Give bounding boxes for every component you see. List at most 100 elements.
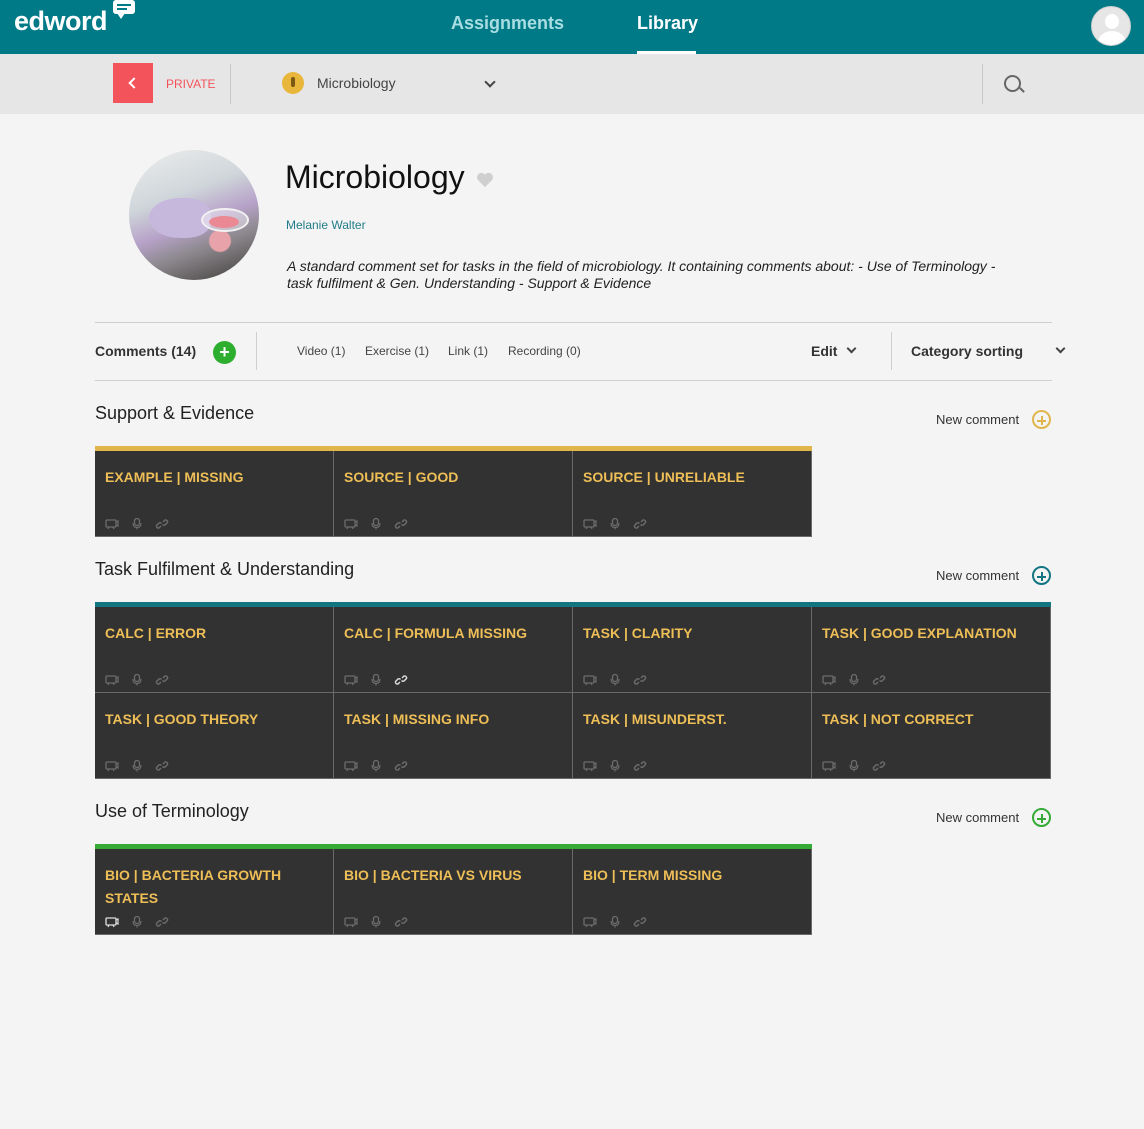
video-icon[interactable] xyxy=(583,915,597,928)
section-title: Use of Terminology xyxy=(95,801,249,821)
microphone-icon[interactable] xyxy=(130,673,144,686)
comment-card-title: TASK | MISUNDERST. xyxy=(583,711,727,727)
comment-card[interactable]: TASK | MISSING INFO xyxy=(334,693,573,779)
video-icon[interactable] xyxy=(822,759,836,772)
video-icon[interactable] xyxy=(344,517,358,530)
section-title: Task Fulfilment & Understanding xyxy=(95,559,355,579)
filter-exercise[interactable]: Exercise (1) xyxy=(365,344,429,358)
sorting-dropdown[interactable]: Category sorting xyxy=(911,343,1023,359)
microphone-icon[interactable] xyxy=(608,759,622,772)
microphone-icon[interactable] xyxy=(608,517,622,530)
visibility-label[interactable]: PRIVATE xyxy=(166,77,216,91)
video-icon[interactable] xyxy=(344,759,358,772)
comment-card[interactable]: CALC | FORMULA MISSING xyxy=(334,607,573,693)
comment-card[interactable]: BIO | BACTERIA GROWTH STATES xyxy=(95,849,334,935)
new-comment-label[interactable]: New comment xyxy=(936,412,1019,427)
video-icon[interactable] xyxy=(344,673,358,686)
comment-card-title: SOURCE | UNRELIABLE xyxy=(583,469,745,485)
collection-image xyxy=(129,150,259,280)
link-icon[interactable] xyxy=(155,517,169,529)
microphone-icon[interactable] xyxy=(847,759,861,772)
link-icon[interactable] xyxy=(633,673,647,685)
video-icon[interactable] xyxy=(105,673,119,686)
tab-assignments[interactable]: Assignments xyxy=(451,13,564,34)
microphone-icon[interactable] xyxy=(369,915,383,928)
add-circle-icon[interactable] xyxy=(1032,566,1051,585)
comment-card[interactable]: CALC | ERROR xyxy=(95,607,334,693)
search-icon[interactable] xyxy=(1004,75,1021,92)
microscope-icon xyxy=(282,72,304,94)
filter-recording[interactable]: Recording (0) xyxy=(508,344,581,358)
tab-library[interactable]: Library xyxy=(637,13,698,34)
comment-card-title: CALC | FORMULA MISSING xyxy=(344,625,528,641)
video-icon[interactable] xyxy=(105,517,119,530)
filter-link[interactable]: Link (1) xyxy=(448,344,488,358)
link-icon[interactable] xyxy=(872,673,886,685)
new-comment-label[interactable]: New comment xyxy=(936,568,1019,583)
microphone-icon[interactable] xyxy=(130,915,144,928)
comment-card-title: TASK | CLARITY xyxy=(583,625,693,641)
video-icon[interactable] xyxy=(344,915,358,928)
link-icon[interactable] xyxy=(155,915,169,927)
video-icon[interactable] xyxy=(583,673,597,686)
sub-toolbar: PRIVATE Microbiology xyxy=(0,54,1144,114)
microphone-icon[interactable] xyxy=(847,673,861,686)
microphone-icon[interactable] xyxy=(369,759,383,772)
link-icon[interactable] xyxy=(394,517,408,529)
new-comment-label[interactable]: New comment xyxy=(936,810,1019,825)
filter-video[interactable]: Video (1) xyxy=(297,344,345,358)
heart-icon[interactable] xyxy=(476,172,494,188)
edit-dropdown[interactable]: Edit xyxy=(811,343,837,359)
video-icon[interactable] xyxy=(105,915,119,928)
video-icon[interactable] xyxy=(583,517,597,530)
link-icon[interactable] xyxy=(155,759,169,771)
microphone-icon[interactable] xyxy=(608,915,622,928)
comments-count[interactable]: Comments (14) xyxy=(95,343,196,359)
comment-card[interactable]: TASK | CLARITY xyxy=(573,607,812,693)
link-icon[interactable] xyxy=(633,759,647,771)
add-comment-button[interactable]: + xyxy=(213,341,236,364)
comment-card-title: SOURCE | GOOD xyxy=(344,469,459,485)
media-icons xyxy=(583,915,647,928)
comment-card[interactable]: TASK | NOT CORRECT xyxy=(812,693,1051,779)
collection-selector-label[interactable]: Microbiology xyxy=(317,75,396,91)
link-icon[interactable] xyxy=(633,915,647,927)
link-icon[interactable] xyxy=(155,673,169,685)
link-icon[interactable] xyxy=(394,915,408,927)
microphone-icon[interactable] xyxy=(369,673,383,686)
video-icon[interactable] xyxy=(822,673,836,686)
user-avatar[interactable] xyxy=(1091,6,1131,46)
chevron-down-icon[interactable] xyxy=(1055,343,1066,354)
link-icon[interactable] xyxy=(394,759,408,771)
microphone-icon[interactable] xyxy=(608,673,622,686)
link-icon[interactable] xyxy=(394,673,408,685)
comment-card[interactable]: BIO | TERM MISSING xyxy=(573,849,812,935)
divider xyxy=(95,322,1052,323)
link-icon[interactable] xyxy=(872,759,886,771)
comment-card[interactable]: TASK | GOOD THEORY xyxy=(95,693,334,779)
chevron-down-icon[interactable] xyxy=(484,76,496,88)
chevron-down-icon[interactable] xyxy=(846,343,857,354)
comment-card-title: TASK | GOOD EXPLANATION xyxy=(822,625,1017,641)
microphone-icon[interactable] xyxy=(130,517,144,530)
comment-card[interactable]: SOURCE | GOOD xyxy=(334,451,573,537)
author-link[interactable]: Melanie Walter xyxy=(286,218,366,232)
video-icon[interactable] xyxy=(583,759,597,772)
microphone-icon[interactable] xyxy=(369,517,383,530)
comment-card[interactable]: BIO | BACTERIA VS VIRUS xyxy=(334,849,573,935)
comment-card[interactable]: SOURCE | UNRELIABLE xyxy=(573,451,812,537)
divider xyxy=(891,332,892,370)
comment-card[interactable]: TASK | GOOD EXPLANATION xyxy=(812,607,1051,693)
media-icons xyxy=(105,517,169,530)
brand-logo[interactable]: edword xyxy=(14,6,108,37)
media-icons xyxy=(344,517,408,530)
microphone-icon[interactable] xyxy=(130,759,144,772)
link-icon[interactable] xyxy=(633,517,647,529)
add-circle-icon[interactable] xyxy=(1032,410,1051,429)
add-circle-icon[interactable] xyxy=(1032,808,1051,827)
comment-card[interactable]: EXAMPLE | MISSING xyxy=(95,451,334,537)
video-icon[interactable] xyxy=(105,759,119,772)
media-icons xyxy=(105,759,169,772)
back-button[interactable] xyxy=(113,63,153,103)
comment-card[interactable]: TASK | MISUNDERST. xyxy=(573,693,812,779)
